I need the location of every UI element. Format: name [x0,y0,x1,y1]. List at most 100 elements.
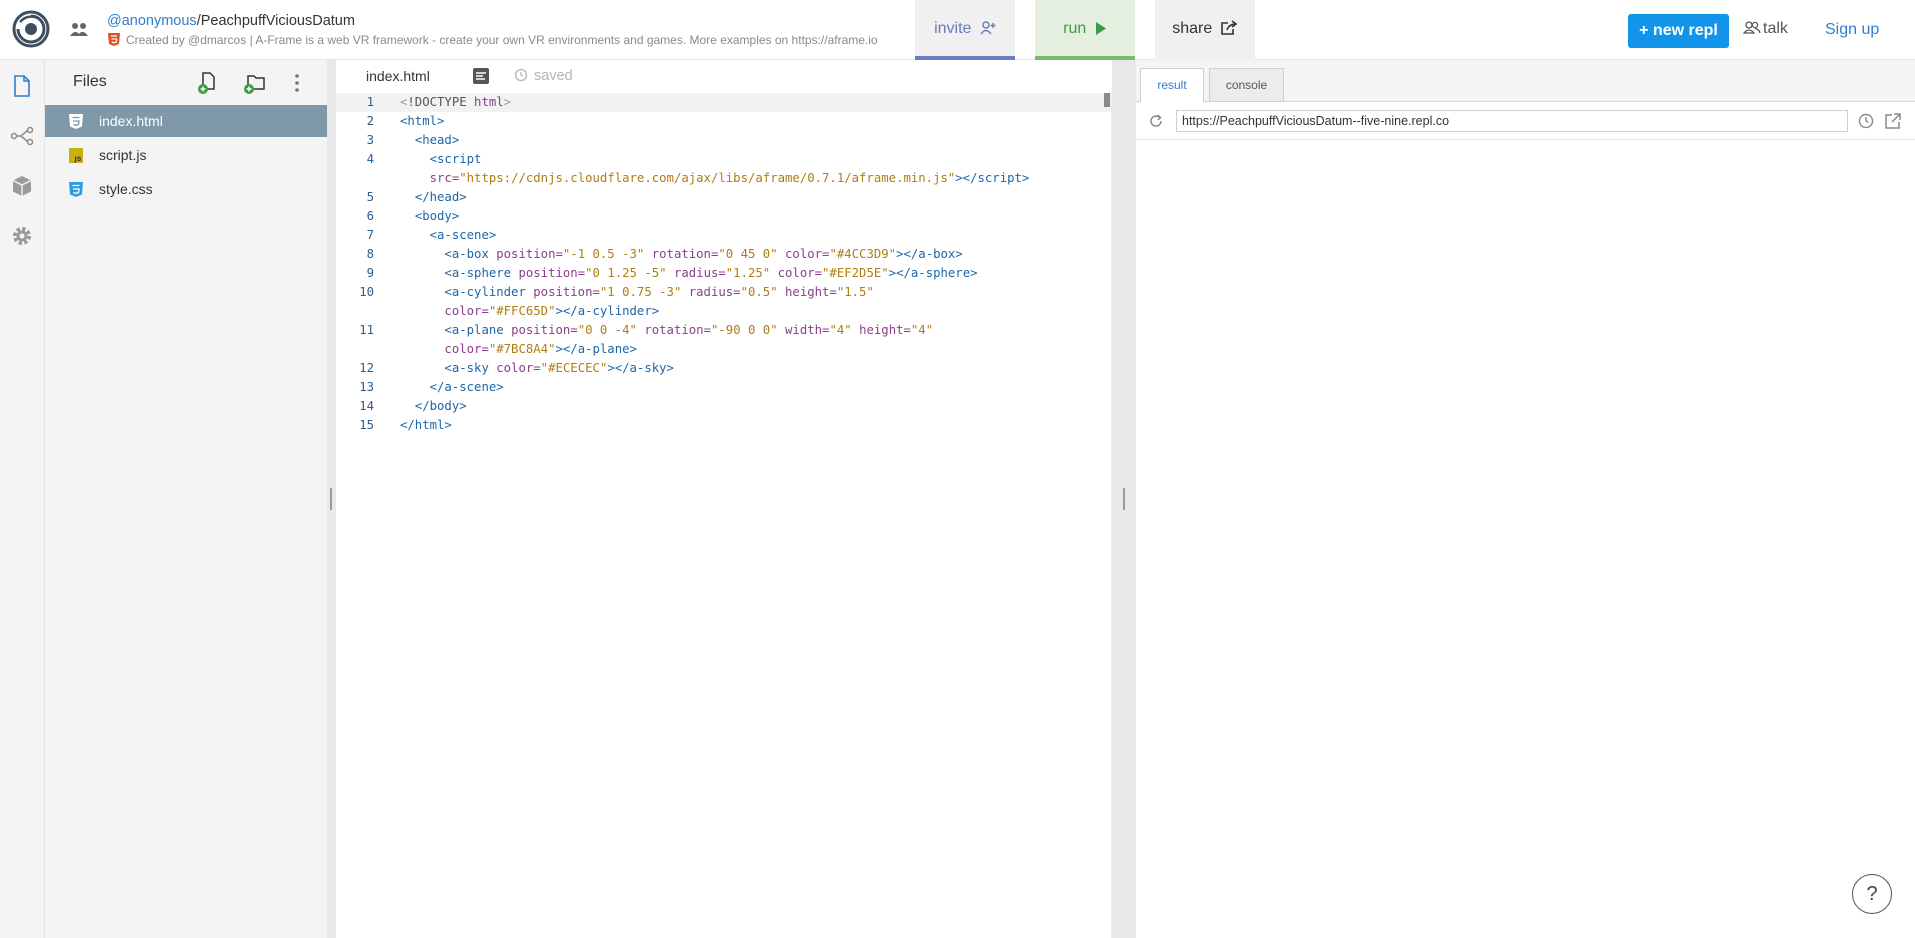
editor-tab[interactable]: index.html [336,60,461,92]
line-number: 7 [366,228,374,242]
code-line[interactable]: color="#7BC8A4"></a-plane> [336,340,1112,359]
file-name: script.js [99,147,147,163]
line-number: 9 [366,266,374,280]
code-text[interactable]: <html> [400,112,444,131]
tab-console[interactable]: console [1209,68,1284,102]
code-line[interactable]: 14 </body> [336,397,1112,416]
code-line[interactable]: 4 <script [336,150,1112,169]
code-line[interactable]: 8 <a-box position="-1 0.5 -3" rotation="… [336,245,1112,264]
new-repl-label: new repl [1652,22,1718,39]
code-text[interactable]: <head> [400,131,459,150]
code-line[interactable]: 9 <a-sphere position="0 1.25 -5" radius=… [336,264,1112,283]
code-text[interactable]: <script [400,150,482,169]
add-user-icon [980,21,996,35]
files-icon[interactable] [10,74,34,98]
new-repl-button[interactable]: + new repl [1628,14,1729,48]
format-code-icon[interactable] [472,67,490,85]
file-item-style-css[interactable]: style.css [45,173,327,205]
history-icon[interactable] [1858,113,1874,129]
settings-icon[interactable] [10,224,34,248]
line-number: 12 [359,361,374,375]
top-bar: @anonymous/PeachpuffViciousDatum Created… [0,0,1915,60]
talk-label: talk [1763,20,1788,37]
owner-link[interactable]: @anonymous [107,13,197,29]
code-text[interactable]: <a-scene> [400,226,497,245]
share-label: share [1172,20,1213,37]
run-button[interactable]: run [1035,0,1135,60]
code-line[interactable]: 13 </a-scene> [336,378,1112,397]
code-line[interactable]: 3 <head> [336,131,1112,150]
repl-description: Created by @dmarcos | A-Frame is a web V… [108,33,878,47]
code-text[interactable]: color="#7BC8A4"></a-plane> [400,340,637,359]
line-number: 10 [359,285,374,299]
code-line[interactable]: 10 <a-cylinder position="1 0.75 -3" radi… [336,283,1112,302]
code-text[interactable]: <a-plane position="0 0 -4" rotation="-90… [400,321,933,340]
share-button[interactable]: share [1155,0,1255,60]
repl-name[interactable]: PeachpuffViciousDatum [201,13,355,29]
add-folder-icon[interactable] [242,70,268,96]
code-text[interactable]: <body> [400,207,459,226]
html5-icon [69,114,83,129]
code-line[interactable]: 2 <html> [336,112,1112,131]
url-bar [1136,102,1915,140]
code-text[interactable]: </a-scene> [400,378,504,397]
code-line[interactable]: 15 </html> [336,416,1112,435]
code-line[interactable]: 11 <a-plane position="0 0 -4" rotation="… [336,321,1112,340]
result-tabs: result console [1136,60,1915,102]
more-options-icon[interactable] [284,70,310,96]
help-button[interactable]: ? [1852,874,1892,914]
files-panel: Files index.html JS script.js style.css [45,60,327,938]
code-text[interactable]: <a-sphere position="0 1.25 -5" radius="1… [400,264,977,283]
sign-up-link[interactable]: Sign up [1825,21,1879,39]
code-line[interactable]: 1 <!DOCTYPE html> [336,93,1112,112]
invite-label: invite [934,20,972,37]
code-text[interactable]: </html> [400,416,452,435]
save-status-text: saved [534,68,573,84]
file-item-script-js[interactable]: JS script.js [45,139,327,171]
code-area[interactable]: 1 <!DOCTYPE html> 2 <html> 3 <head> 4 <script… [336,93,1112,938]
editor-scrollbar[interactable] [1104,93,1110,107]
people-icon [1742,21,1761,34]
talk-link[interactable]: talk [1742,20,1788,38]
code-line[interactable]: 6 <body> [336,207,1112,226]
url-input[interactable] [1176,110,1848,132]
line-number: 6 [366,209,374,223]
code-text[interactable]: </body> [400,397,467,416]
result-panel: result console [1136,60,1915,938]
code-text[interactable]: src="https://cdnjs.cloudflare.com/ajax/l… [400,169,1030,188]
files-editor-resizer[interactable] [327,60,336,938]
line-number: 2 [366,114,374,128]
invite-button[interactable]: invite [915,0,1015,60]
code-line[interactable]: src="https://cdnjs.cloudflare.com/ajax/l… [336,169,1112,188]
code-text[interactable]: color="#FFC65D"></a-cylinder> [400,302,659,321]
code-line[interactable]: 7 <a-scene> [336,226,1112,245]
code-text[interactable]: <a-box position="-1 0.5 -3" rotation="0 … [400,245,962,264]
anonymous-user-icon [70,23,88,36]
editor-result-resizer[interactable] [1112,60,1136,938]
packages-icon[interactable] [10,174,34,198]
code-editor[interactable]: index.html saved 1 <!DOCTYPE html> 2 <html>… [336,60,1112,938]
description-text: Created by @dmarcos | A-Frame is a web V… [126,33,878,47]
code-line[interactable]: 12 <a-sky color="#ECECEC"></a-sky> [336,359,1112,378]
file-name: style.css [99,181,153,197]
line-number: 4 [366,152,374,166]
code-text[interactable]: <a-sky color="#ECECEC"></a-sky> [400,359,674,378]
line-number: 13 [359,380,374,394]
share-icon [1220,20,1238,35]
code-line[interactable]: color="#FFC65D"></a-cylinder> [336,302,1112,321]
tab-result[interactable]: result [1140,68,1204,102]
save-status: saved [514,60,573,92]
reload-icon[interactable] [1148,113,1164,129]
version-control-icon[interactable] [10,124,34,148]
file-item-index-html[interactable]: index.html [45,105,327,137]
line-number: 5 [366,190,374,204]
code-text[interactable]: <!DOCTYPE html> [400,93,511,112]
play-icon [1095,22,1106,35]
code-text[interactable]: </head> [400,188,467,207]
repl-logo-icon[interactable] [12,10,50,48]
open-in-new-tab-icon[interactable] [1884,112,1902,130]
files-title: Files [73,73,107,90]
code-line[interactable]: 5 </head> [336,188,1112,207]
code-text[interactable]: <a-cylinder position="1 0.75 -3" radius=… [400,283,873,302]
add-file-icon[interactable] [195,70,221,96]
